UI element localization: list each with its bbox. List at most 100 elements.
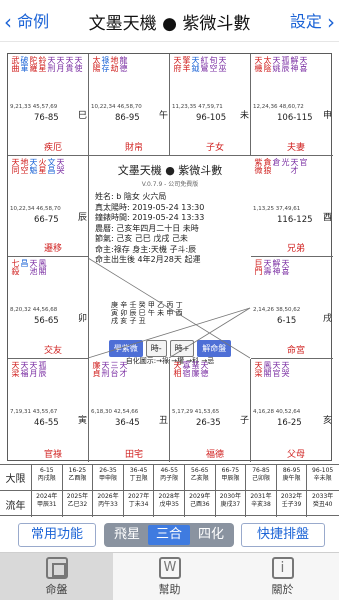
decade-range: 46-55 (160, 467, 178, 474)
star: 鈴星 (38, 56, 47, 72)
year-cell[interactable]: 2028年 戊申35 (154, 491, 185, 517)
decade-cell[interactable]: 96-105 辛未限 (307, 465, 338, 490)
decade-cell[interactable]: 6-15 丙戌限 (32, 465, 63, 490)
year-cell[interactable]: 2026年 丙午33 (93, 491, 124, 517)
stars: 廉貞 天刑 三台 天才 (91, 361, 128, 377)
star: 旬空 (209, 56, 218, 72)
stars: 巨門 天壽 解神 天喜 (253, 259, 290, 275)
year-label: 2033年 (312, 493, 334, 500)
palace-cell[interactable]: 天府 擎羊 天鉞 紅鸞 旬空 天巫 11,23,35 47,59,71 96-1… (170, 54, 251, 156)
palace-name: 福德 (206, 450, 225, 460)
star: 天官 (272, 361, 281, 377)
year-cell[interactable]: 2029年 己酉36 (185, 491, 216, 517)
learn-ziwei-button[interactable]: 學紫微 (108, 340, 143, 357)
star: 天喜 (299, 56, 308, 72)
decade-stem: 丙子限 (160, 475, 179, 482)
palace-cell[interactable]: 天同 地空 天魁 火星 文昌 天哭 10,22,34 46,58,70 66-7… (8, 156, 89, 257)
tab-label: 幫助 (158, 582, 181, 596)
star: 鳳閣 (263, 361, 272, 377)
star: 三台 (110, 361, 119, 377)
decade-cell[interactable]: 76-85 己卯限 (246, 465, 277, 490)
star: 天相 (173, 361, 182, 377)
palace-cell[interactable]: 巨門 天壽 解神 天喜 2,14,26 38,50,62 6-15 戌 命宮 (251, 257, 333, 359)
info-row: 姓名: b 陰女 火六局 (95, 192, 167, 201)
tab-help[interactable]: 幫助 (113, 553, 226, 600)
stem-row: 戌 亥 子 丑 (111, 317, 146, 325)
ages: 6,18,30 42,54,66 (91, 409, 139, 415)
palace-cell[interactable]: 廉貞 天刑 三台 天才 6,18,30 42,54,66 36-45 丑 田宅 (89, 359, 170, 462)
astrology-chart[interactable]: 武曲 破軍 陀羅 鈴星 天刑 天月 天貴 天使 9,21,33 45,57,69… (7, 53, 333, 462)
ages: 7,19,31 43,55,67 (10, 409, 58, 415)
common-functions-button[interactable]: 常用功能 (18, 523, 96, 547)
palace-name: 命宮 (287, 346, 306, 356)
palace-name: 疾厄 (44, 143, 63, 153)
tab-about[interactable]: 關於 (226, 553, 339, 600)
year-cell[interactable]: 2033年 癸丑40 (307, 491, 338, 517)
flying-star-tab[interactable]: 飛星 (106, 525, 148, 545)
year-cell[interactable]: 2025年 乙巳32 (63, 491, 94, 517)
decade-range: 6-15 (39, 467, 54, 474)
year-cell[interactable]: 2027年 丁未34 (124, 491, 155, 517)
year-stem: 庚戌37 (220, 501, 241, 508)
star: 擎羊 (182, 56, 191, 72)
range: 116-125 (277, 215, 313, 225)
star: 天魁 (29, 158, 38, 174)
version-text: V.0.7.9 - 公司免費版 (141, 181, 199, 188)
star: 地劫 (110, 56, 119, 72)
settings-button[interactable]: 設定 › (290, 8, 335, 34)
decade-stem: 乙亥限 (190, 475, 209, 482)
decade-cell[interactable]: 56-65 乙亥限 (185, 465, 216, 490)
decade-stem: 丁丑限 (129, 475, 148, 482)
sanhe-tab[interactable]: 三合 (148, 525, 190, 545)
year-cell[interactable]: 2032年 壬子39 (277, 491, 308, 517)
stem-grid: 庚 辛 壬 癸 甲 乙 丙 丁 寅 卯 辰 巳 午 未 申 酉 戌 亥 子 丑 (111, 301, 183, 325)
palace-cell[interactable]: 武曲 破軍 陀羅 鈴星 天刑 天月 天貴 天使 9,21,33 45,57,69… (8, 54, 89, 156)
stars: 天同 地空 天魁 火星 文昌 天哭 (10, 158, 65, 174)
decade-cell[interactable]: 46-55 丙子限 (154, 465, 185, 490)
star: 紫微 (254, 158, 263, 174)
center-info-panel: 文墨天機 ● 紫微斗數 V.0.7.9 - 公司免費版 姓名: b 陰女 火六局… (89, 156, 251, 365)
stars: 天梁 鳳閣 天官 天哭 (253, 361, 290, 377)
cycles-table: 大限 6-15 丙戌限 16-25 乙酉限 26-35 甲申限 36-45 丁丑… (0, 464, 339, 517)
tab-chart[interactable]: 命盤 (0, 553, 113, 600)
palace-cell[interactable]: 天相 寡宿 蜚廉 天德 5,17,29 41,53,65 26-35 子 福德 (170, 359, 251, 462)
hour-plus-button[interactable]: 時+ (169, 340, 195, 357)
branch: 寅 (76, 415, 86, 424)
year-cell[interactable]: 2030年 庚戌37 (216, 491, 247, 517)
sihua-tab[interactable]: 四化 (190, 525, 232, 545)
range: 26-35 (196, 418, 221, 428)
year-label: 2024年 (36, 493, 58, 500)
palace-cell[interactable]: 天梁 天福 天月 孤辰 7,19,31 43,55,67 46-55 寅 官祿 (8, 359, 89, 462)
ages: 12,24,36 48,60,72 (253, 104, 304, 110)
stars: 紫微 貪狼 倉 光 天才 官 (253, 158, 308, 174)
quick-chart-button[interactable]: 快捷排盤 (241, 523, 325, 547)
star: 天梁 (254, 361, 263, 377)
palace-cell[interactable]: 紫微 貪狼 倉 光 天才 官 1,13,25 37,49,61 116-125 … (251, 156, 333, 257)
branch: 申 (321, 110, 331, 119)
palace-cell[interactable]: 太陽 祿存 地劫 龍德 10,22,34 46,58,70 86-95 午 財帛 (89, 54, 170, 156)
decade-header: 大限 (0, 465, 32, 490)
hour-minus-button[interactable]: 時- (145, 340, 167, 357)
decade-cell[interactable]: 26-35 甲申限 (93, 465, 124, 490)
decade-row: 大限 6-15 丙戌限 16-25 乙酉限 26-35 甲申限 36-45 丁丑… (0, 465, 339, 491)
palace-cell[interactable]: 天梁 鳳閣 天官 天哭 4,16,28 40,52,64 16-25 亥 父母 (251, 359, 333, 462)
decade-cell[interactable]: 36-45 丁丑限 (124, 465, 155, 490)
star: 天月 (29, 361, 38, 377)
star: 天刑 (47, 56, 56, 72)
decade-stem: 丙戌限 (37, 475, 56, 482)
decade-cell[interactable]: 86-95 庚午限 (277, 465, 308, 490)
star: 天喜 (281, 259, 290, 275)
palace-cell[interactable]: 七殺 昌 天池 鳳閣 8,20,32 44,56,68 56-65 卯 交友 (8, 257, 89, 359)
star: 光 (281, 158, 290, 166)
decade-cell[interactable]: 16-25 乙酉限 (63, 465, 94, 490)
birth-info: 姓名: b 陰女 火六局 真太陽時: 2019-05-24 13:30 鐘錶時間… (95, 192, 204, 266)
info-row: 節氣: 己亥 己巳 戊戌 己未 (95, 234, 188, 243)
interpret-chart-button[interactable]: 解命盤 (197, 340, 232, 357)
star: 孤辰 (281, 56, 290, 72)
year-cell[interactable]: 2024年 甲辰31 (32, 491, 63, 517)
year-stem: 甲辰31 (36, 501, 57, 508)
year-cell[interactable]: 2031年 辛亥38 (246, 491, 277, 517)
decade-stem: 辛未限 (313, 475, 332, 482)
palace-cell[interactable]: 天機 太陰 天姚 孤辰 解神 天喜 12,24,36 48,60,72 106-… (251, 54, 333, 156)
decade-cell[interactable]: 66-75 甲辰限 (216, 465, 247, 490)
